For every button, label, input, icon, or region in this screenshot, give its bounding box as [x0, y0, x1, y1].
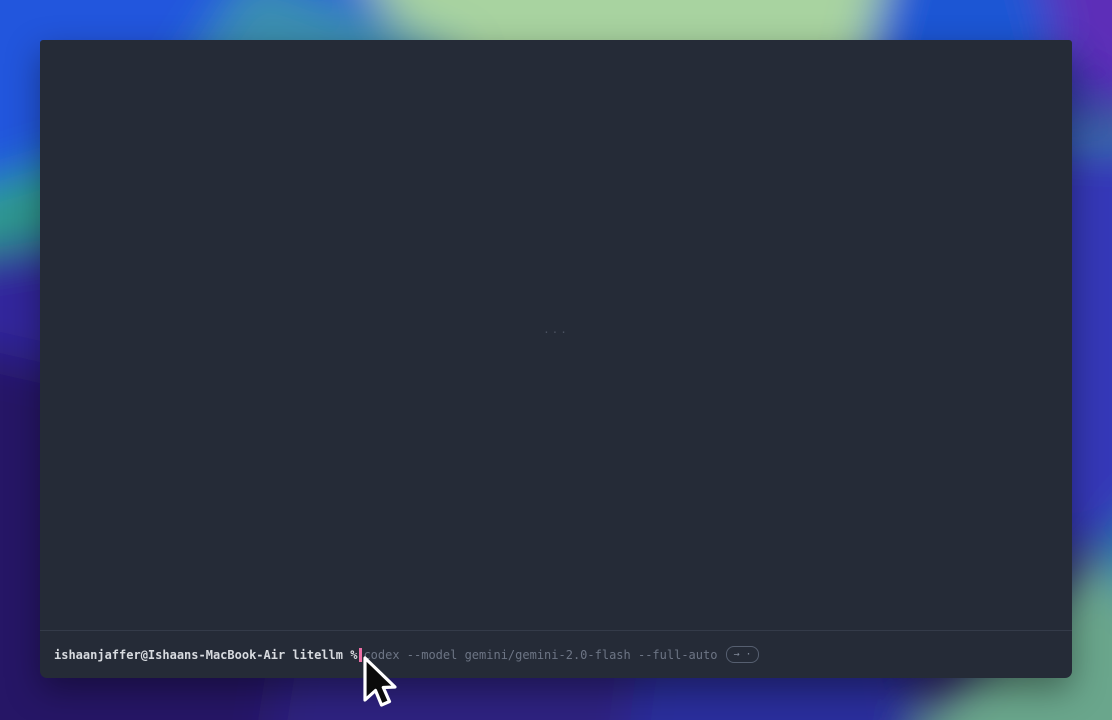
shell-prompt: ishaanjaffer@Ishaans-MacBook-Air litellm…	[54, 647, 357, 663]
terminal-prompt-bar[interactable]: ishaanjaffer@Ishaans-MacBook-Air litellm…	[40, 631, 1072, 678]
text-cursor	[359, 648, 362, 662]
terminal-loading-ellipsis: ...	[40, 323, 1072, 336]
autosuggestion-text: codex --model gemini/gemini-2.0-flash --…	[363, 647, 717, 663]
terminal-output-area: ...	[40, 40, 1072, 630]
accept-suggestion-key-hint-badge: → ·	[726, 646, 758, 663]
terminal-window[interactable]: ... ishaanjaffer@Ishaans-MacBook-Air lit…	[40, 40, 1072, 678]
